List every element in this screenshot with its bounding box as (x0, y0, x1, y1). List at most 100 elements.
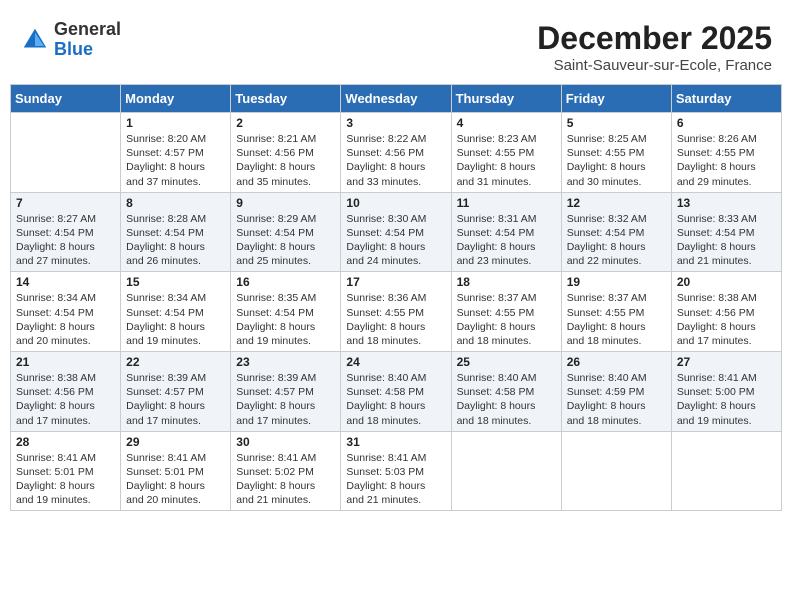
day-info: Sunrise: 8:32 AM Sunset: 4:54 PM Dayligh… (567, 212, 666, 269)
calendar-header-friday: Friday (561, 85, 671, 113)
day-number: 9 (236, 196, 335, 210)
table-row: 15 Sunrise: 8:34 AM Sunset: 4:54 PM Dayli… (121, 272, 231, 352)
table-row: 24 Sunrise: 8:40 AM Sunset: 4:58 PM Dayli… (341, 352, 451, 432)
table-row: 21 Sunrise: 8:38 AM Sunset: 4:56 PM Dayli… (11, 352, 121, 432)
day-info: Sunrise: 8:30 AM Sunset: 4:54 PM Dayligh… (346, 212, 445, 269)
table-row: 13Sunrise: 8:33 AM Sunset: 4:54 PM Dayli… (671, 192, 781, 272)
table-row: 6 Sunrise: 8:26 AM Sunset: 4:55 PM Daylig… (671, 113, 781, 193)
day-info: Sunrise: 8:38 AM Sunset: 4:56 PM Dayligh… (677, 291, 776, 348)
calendar-header-wednesday: Wednesday (341, 85, 451, 113)
title-block: December 2025 Saint-Sauveur-sur-Ecole, F… (537, 20, 772, 74)
day-number: 15 (126, 275, 225, 289)
day-number: 25 (457, 355, 556, 369)
table-row: 5Sunrise: 8:25 AM Sunset: 4:55 PM Daylig… (561, 113, 671, 193)
day-number: 28 (16, 435, 115, 449)
day-info: Sunrise: 8:40 AM Sunset: 4:59 PM Dayligh… (567, 371, 666, 428)
day-number: 6 (677, 116, 776, 130)
day-info: Sunrise: 8:41 AM Sunset: 5:01 PM Dayligh… (126, 451, 225, 508)
day-info: Sunrise: 8:28 AM Sunset: 4:54 PM Dayligh… (126, 212, 225, 269)
logo: General Blue (20, 20, 121, 60)
day-info: Sunrise: 8:41 AM Sunset: 5:01 PM Dayligh… (16, 451, 115, 508)
day-number: 31 (346, 435, 445, 449)
day-number: 8 (126, 196, 225, 210)
calendar-header-sunday: Sunday (11, 85, 121, 113)
table-row (671, 431, 781, 511)
table-row (451, 431, 561, 511)
day-number: 23 (236, 355, 335, 369)
day-number: 21 (16, 355, 115, 369)
table-row: 30 Sunrise: 8:41 AM Sunset: 5:02 PM Dayli… (231, 431, 341, 511)
table-row: 28 Sunrise: 8:41 AM Sunset: 5:01 PM Dayli… (11, 431, 121, 511)
table-row: 7 Sunrise: 8:27 AM Sunset: 4:54 PM Daylig… (11, 192, 121, 272)
table-row: 12 Sunrise: 8:32 AM Sunset: 4:54 PM Dayli… (561, 192, 671, 272)
table-row: 17Sunrise: 8:36 AM Sunset: 4:55 PM Dayli… (341, 272, 451, 352)
day-info: Sunrise: 8:23 AM Sunset: 4:55 PM Dayligh… (457, 132, 556, 189)
day-info: Sunrise: 8:37 AM Sunset: 4:55 PM Dayligh… (567, 291, 666, 348)
table-row: 1 Sunrise: 8:20 AM Sunset: 4:57 PM Daylig… (121, 113, 231, 193)
day-number: 29 (126, 435, 225, 449)
table-row: 22Sunrise: 8:39 AM Sunset: 4:57 PM Dayli… (121, 352, 231, 432)
table-row: 2 Sunrise: 8:21 AM Sunset: 4:56 PM Daylig… (231, 113, 341, 193)
table-row: 31 Sunrise: 8:41 AM Sunset: 5:03 PM Dayli… (341, 431, 451, 511)
day-info: Sunrise: 8:22 AM Sunset: 4:56 PM Dayligh… (346, 132, 445, 189)
day-info: Sunrise: 8:35 AM Sunset: 4:54 PM Dayligh… (236, 291, 335, 348)
table-row: 29 Sunrise: 8:41 AM Sunset: 5:01 PM Dayli… (121, 431, 231, 511)
table-row: 16Sunrise: 8:35 AM Sunset: 4:54 PM Dayli… (231, 272, 341, 352)
day-number: 1 (126, 116, 225, 130)
day-number: 4 (457, 116, 556, 130)
calendar-subtitle: Saint-Sauveur-sur-Ecole, France (537, 57, 772, 74)
day-info: Sunrise: 8:25 AM Sunset: 4:55 PM Dayligh… (567, 132, 666, 189)
day-info: Sunrise: 8:39 AM Sunset: 4:57 PM Dayligh… (126, 371, 225, 428)
day-number: 20 (677, 275, 776, 289)
day-info: Sunrise: 8:38 AM Sunset: 4:56 PM Dayligh… (16, 371, 115, 428)
table-row (11, 113, 121, 193)
day-info: Sunrise: 8:37 AM Sunset: 4:55 PM Dayligh… (457, 291, 556, 348)
day-info: Sunrise: 8:41 AM Sunset: 5:00 PM Dayligh… (677, 371, 776, 428)
day-number: 24 (346, 355, 445, 369)
day-info: Sunrise: 8:39 AM Sunset: 4:57 PM Dayligh… (236, 371, 335, 428)
day-info: Sunrise: 8:20 AM Sunset: 4:57 PM Dayligh… (126, 132, 225, 189)
calendar-title: December 2025 (537, 20, 772, 57)
day-info: Sunrise: 8:34 AM Sunset: 4:54 PM Dayligh… (16, 291, 115, 348)
table-row: 10 Sunrise: 8:30 AM Sunset: 4:54 PM Dayli… (341, 192, 451, 272)
day-info: Sunrise: 8:21 AM Sunset: 4:56 PM Dayligh… (236, 132, 335, 189)
day-info: Sunrise: 8:40 AM Sunset: 4:58 PM Dayligh… (457, 371, 556, 428)
day-number: 18 (457, 275, 556, 289)
day-info: Sunrise: 8:26 AM Sunset: 4:55 PM Dayligh… (677, 132, 776, 189)
day-number: 3 (346, 116, 445, 130)
day-info: Sunrise: 8:40 AM Sunset: 4:58 PM Dayligh… (346, 371, 445, 428)
day-info: Sunrise: 8:41 AM Sunset: 5:02 PM Dayligh… (236, 451, 335, 508)
day-number: 14 (16, 275, 115, 289)
table-row: 8 Sunrise: 8:28 AM Sunset: 4:54 PM Daylig… (121, 192, 231, 272)
day-info: Sunrise: 8:33 AM Sunset: 4:54 PM Dayligh… (677, 212, 776, 269)
table-row: 9 Sunrise: 8:29 AM Sunset: 4:54 PM Daylig… (231, 192, 341, 272)
day-number: 10 (346, 196, 445, 210)
calendar-table: SundayMondayTuesdayWednesdayThursdayFrid… (10, 84, 782, 511)
calendar-week-row: 1 Sunrise: 8:20 AM Sunset: 4:57 PM Daylig… (11, 113, 782, 193)
table-row: 26 Sunrise: 8:40 AM Sunset: 4:59 PM Dayli… (561, 352, 671, 432)
logo-text: General Blue (54, 20, 121, 60)
day-info: Sunrise: 8:34 AM Sunset: 4:54 PM Dayligh… (126, 291, 225, 348)
day-number: 2 (236, 116, 335, 130)
day-info: Sunrise: 8:27 AM Sunset: 4:54 PM Dayligh… (16, 212, 115, 269)
table-row: 25 Sunrise: 8:40 AM Sunset: 4:58 PM Dayli… (451, 352, 561, 432)
calendar-week-row: 14 Sunrise: 8:34 AM Sunset: 4:54 PM Dayli… (11, 272, 782, 352)
table-row: 19 Sunrise: 8:37 AM Sunset: 4:55 PM Dayli… (561, 272, 671, 352)
calendar-header-monday: Monday (121, 85, 231, 113)
calendar-week-row: 7 Sunrise: 8:27 AM Sunset: 4:54 PM Daylig… (11, 192, 782, 272)
day-number: 27 (677, 355, 776, 369)
calendar-header-saturday: Saturday (671, 85, 781, 113)
table-row (561, 431, 671, 511)
day-number: 26 (567, 355, 666, 369)
day-number: 12 (567, 196, 666, 210)
calendar-week-row: 21 Sunrise: 8:38 AM Sunset: 4:56 PM Dayli… (11, 352, 782, 432)
day-info: Sunrise: 8:41 AM Sunset: 5:03 PM Dayligh… (346, 451, 445, 508)
day-info: Sunrise: 8:29 AM Sunset: 4:54 PM Dayligh… (236, 212, 335, 269)
day-number: 11 (457, 196, 556, 210)
table-row: 4 Sunrise: 8:23 AM Sunset: 4:55 PM Daylig… (451, 113, 561, 193)
day-number: 19 (567, 275, 666, 289)
day-number: 7 (16, 196, 115, 210)
day-number: 30 (236, 435, 335, 449)
table-row: 23 Sunrise: 8:39 AM Sunset: 4:57 PM Dayli… (231, 352, 341, 432)
page-header: General Blue December 2025 Saint-Sauveur… (10, 10, 782, 79)
